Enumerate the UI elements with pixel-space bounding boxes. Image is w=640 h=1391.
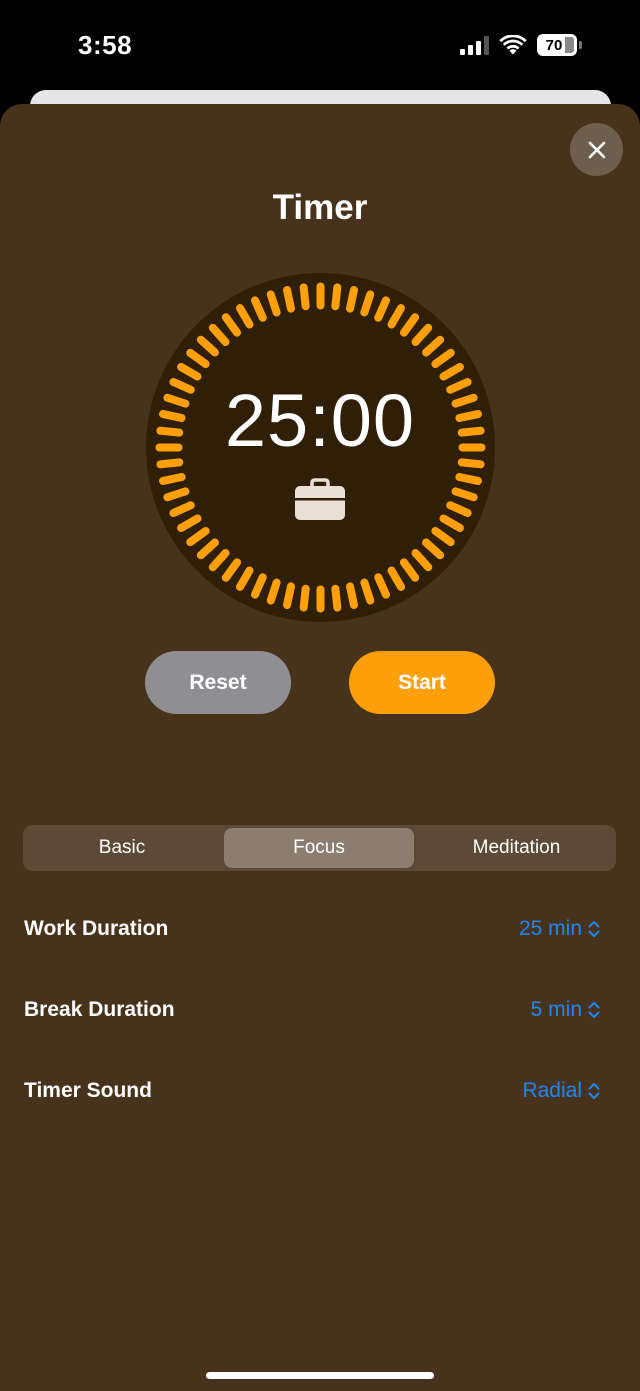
dial-tick — [266, 290, 281, 317]
timer-display: 25:00 — [224, 379, 416, 462]
briefcase-icon — [295, 478, 345, 520]
page-title: Timer — [272, 188, 368, 227]
work-duration-value: 25 min — [518, 917, 582, 940]
dial-tick — [346, 286, 358, 313]
dial-tick — [283, 582, 295, 609]
close-button[interactable] — [570, 123, 623, 176]
close-icon — [588, 141, 605, 158]
up-down-chevron-icon — [588, 921, 600, 937]
timer-sound-value: Radial — [522, 1079, 582, 1102]
dial-tick — [299, 584, 310, 612]
dial-tick — [331, 584, 342, 612]
dial-tick — [455, 473, 482, 485]
dial-tick — [163, 487, 190, 502]
battery-tip — [579, 41, 582, 49]
segment-focus[interactable]: Focus — [224, 828, 414, 868]
battery-icon: 70 — [537, 34, 577, 56]
dial-tick — [346, 582, 358, 609]
work-duration-picker[interactable]: 25 min — [519, 917, 600, 941]
break-duration-picker[interactable]: 5 min — [531, 998, 600, 1022]
dial-tick — [360, 578, 375, 605]
dial-tick — [283, 286, 295, 313]
break-duration-value: 5 min — [530, 998, 582, 1021]
break-duration-label: Break Duration — [24, 998, 175, 1021]
mode-segmented-control: Basic Focus Meditation — [23, 825, 616, 871]
timer-sound-label: Timer Sound — [24, 1079, 152, 1102]
battery-level: 70 — [545, 36, 563, 54]
status-time: 3:58 — [78, 30, 133, 60]
reset-button[interactable]: Reset — [145, 651, 291, 714]
start-button[interactable]: Start — [349, 651, 495, 714]
home-indicator — [206, 1372, 434, 1379]
dial-tick — [451, 487, 478, 502]
work-duration-label: Work Duration — [24, 917, 169, 940]
status-bar: 3:58 70 — [0, 0, 640, 92]
status-icons: 70 — [460, 34, 582, 56]
timer-sound-row: Timer Sound Radial — [24, 1071, 600, 1111]
work-duration-row: Work Duration 25 min — [24, 909, 600, 949]
up-down-chevron-icon — [588, 1002, 600, 1018]
segment-basic[interactable]: Basic — [26, 828, 218, 868]
dial-tick — [266, 578, 281, 605]
segment-meditation[interactable]: Meditation — [420, 828, 613, 868]
wifi-icon — [499, 34, 527, 54]
cellular-signal-icon — [460, 35, 489, 55]
dial-tick — [159, 473, 186, 485]
timer-sound-picker[interactable]: Radial — [522, 1079, 600, 1103]
dial-tick — [331, 283, 342, 311]
up-down-chevron-icon — [588, 1083, 600, 1099]
dial-tick — [360, 290, 375, 317]
break-duration-row: Break Duration 5 min — [24, 990, 600, 1030]
dial-tick — [299, 283, 310, 311]
